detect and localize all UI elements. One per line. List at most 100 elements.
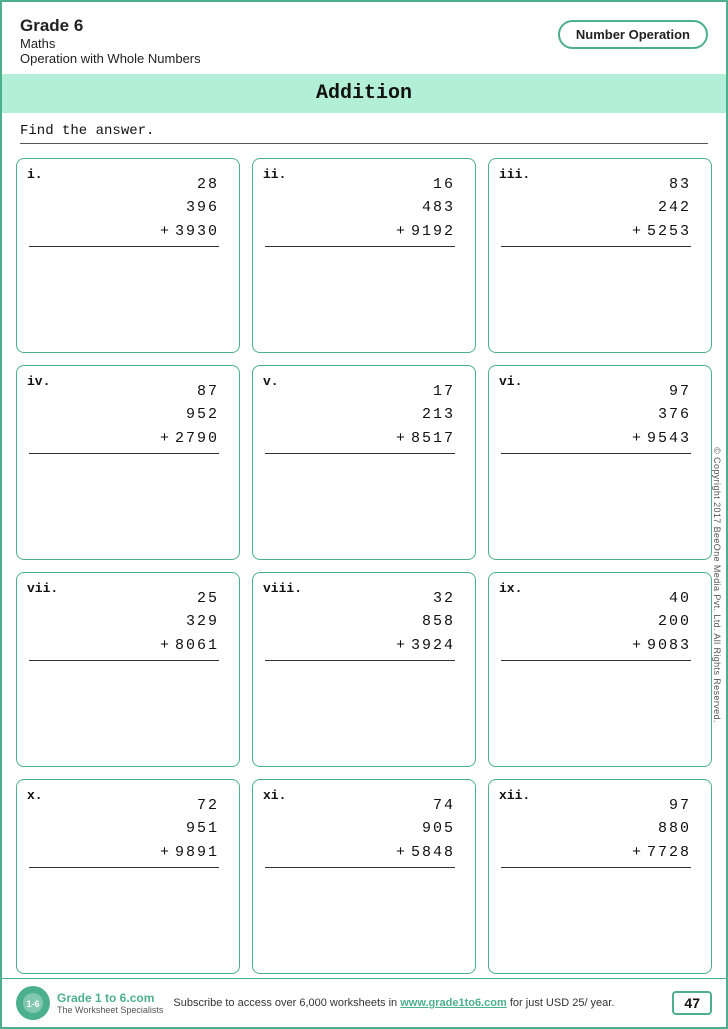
problem-box: i.28396+3930: [16, 158, 240, 353]
page: Grade 6 Maths Operation with Whole Numbe…: [0, 0, 728, 1029]
num-row-2: 329: [186, 610, 219, 633]
problem-numbers: 17213+8517: [265, 380, 463, 454]
num-row-1: 40: [669, 587, 691, 610]
footer-link: www.grade1to6.com: [400, 997, 507, 1009]
num-value: 9083: [647, 634, 691, 657]
problem-box: iv.87952+2790: [16, 365, 240, 560]
num-value: 5253: [647, 220, 691, 243]
problem-label: v.: [263, 374, 279, 389]
page-number: 47: [672, 991, 712, 1015]
problem-numbers: 74905+5848: [265, 794, 463, 868]
answer-line: [501, 867, 691, 868]
problem-box: vi.97376+9543: [488, 365, 712, 560]
num-row-1: 97: [669, 380, 691, 403]
num-row-3: +5253: [501, 220, 691, 243]
problem-label: i.: [27, 167, 43, 182]
num-row-3: +5848: [265, 841, 455, 864]
num-row-1: 17: [433, 380, 455, 403]
num-row-3: +8517: [265, 427, 455, 450]
num-row-3: +9543: [501, 427, 691, 450]
problems-grid: i.28396+3930ii.16483+9192iii.83242+5253i…: [2, 154, 726, 978]
problem-numbers: 32858+3924: [265, 587, 463, 661]
footer-desc-text: Subscribe to access over 6,000 worksheet…: [173, 997, 397, 1009]
plus-sign: +: [632, 220, 643, 243]
problem-numbers: 97880+7728: [501, 794, 699, 868]
problem-numbers: 28396+3930: [29, 173, 227, 247]
num-row-1: 83: [669, 173, 691, 196]
num-row-3: +7728: [501, 841, 691, 864]
plus-sign: +: [160, 841, 171, 864]
problem-box: x.72951+9891: [16, 779, 240, 974]
num-row-3: +9083: [501, 634, 691, 657]
problem-box: ix.40200+9083: [488, 572, 712, 767]
topic-label: Operation with Whole Numbers: [20, 51, 201, 66]
num-row-2: 396: [186, 196, 219, 219]
problem-numbers: 72951+9891: [29, 794, 227, 868]
num-row-1: 32: [433, 587, 455, 610]
plus-sign: +: [632, 634, 643, 657]
problem-numbers: 87952+2790: [29, 380, 227, 454]
problem-label: viii.: [263, 581, 302, 596]
instruction-text: Find the answer.: [2, 113, 726, 143]
num-row-2: 880: [658, 817, 691, 840]
problem-box: xi.74905+5848: [252, 779, 476, 974]
footer: 1-6 Grade 1 to 6.com The Worksheet Speci…: [2, 978, 726, 1027]
num-value: 7728: [647, 841, 691, 864]
num-value: 9891: [175, 841, 219, 864]
num-row-2: 200: [658, 610, 691, 633]
copyright-text: © Copyright 2017 BeeOne Media Pvt. Ltd. …: [712, 447, 722, 723]
problem-numbers: 97376+9543: [501, 380, 699, 454]
num-row-2: 242: [658, 196, 691, 219]
plus-sign: +: [632, 427, 643, 450]
problem-label: vii.: [27, 581, 58, 596]
answer-line: [265, 660, 455, 661]
section-title: Addition: [2, 74, 726, 113]
subject-label: Maths: [20, 36, 201, 51]
num-row-3: +3924: [265, 634, 455, 657]
num-row-3: +2790: [29, 427, 219, 450]
answer-line: [265, 246, 455, 247]
logo-circle: 1-6: [16, 986, 50, 1020]
header-left: Grade 6 Maths Operation with Whole Numbe…: [20, 16, 201, 66]
num-row-1: 72: [197, 794, 219, 817]
num-value: 9543: [647, 427, 691, 450]
plus-sign: +: [396, 220, 407, 243]
problem-numbers: 16483+9192: [265, 173, 463, 247]
num-row-2: 858: [422, 610, 455, 633]
answer-line: [501, 453, 691, 454]
problem-box: viii.32858+3924: [252, 572, 476, 767]
num-row-1: 16: [433, 173, 455, 196]
num-row-2: 376: [658, 403, 691, 426]
num-row-3: +9192: [265, 220, 455, 243]
grade-label: Grade 6: [20, 16, 201, 36]
footer-logo-sub: The Worksheet Specialists: [57, 1005, 163, 1015]
problem-label: xi.: [263, 788, 286, 803]
plus-sign: +: [160, 634, 171, 657]
num-value: 8517: [411, 427, 455, 450]
num-row-2: 483: [422, 196, 455, 219]
answer-line: [501, 246, 691, 247]
header: Grade 6 Maths Operation with Whole Numbe…: [2, 2, 726, 74]
problem-label: xii.: [499, 788, 530, 803]
badge: Number Operation: [558, 20, 708, 49]
copyright-side-wrapper: © Copyright 2017 BeeOne Media Pvt. Ltd. …: [708, 202, 726, 967]
problem-box: v.17213+8517: [252, 365, 476, 560]
answer-line: [29, 660, 219, 661]
problem-box: vii.25329+8061: [16, 572, 240, 767]
footer-logo: 1-6 Grade 1 to 6.com The Worksheet Speci…: [16, 986, 163, 1020]
plus-sign: +: [160, 220, 171, 243]
plus-sign: +: [396, 427, 407, 450]
problem-label: ix.: [499, 581, 522, 596]
num-value: 3924: [411, 634, 455, 657]
problem-numbers: 40200+9083: [501, 587, 699, 661]
problem-label: ii.: [263, 167, 286, 182]
answer-line: [265, 867, 455, 868]
problem-box: xii.97880+7728: [488, 779, 712, 974]
problem-label: iv.: [27, 374, 50, 389]
problem-box: ii.16483+9192: [252, 158, 476, 353]
num-row-2: 905: [422, 817, 455, 840]
num-row-1: 25: [197, 587, 219, 610]
num-row-3: +9891: [29, 841, 219, 864]
answer-line: [29, 453, 219, 454]
problem-numbers: 83242+5253: [501, 173, 699, 247]
